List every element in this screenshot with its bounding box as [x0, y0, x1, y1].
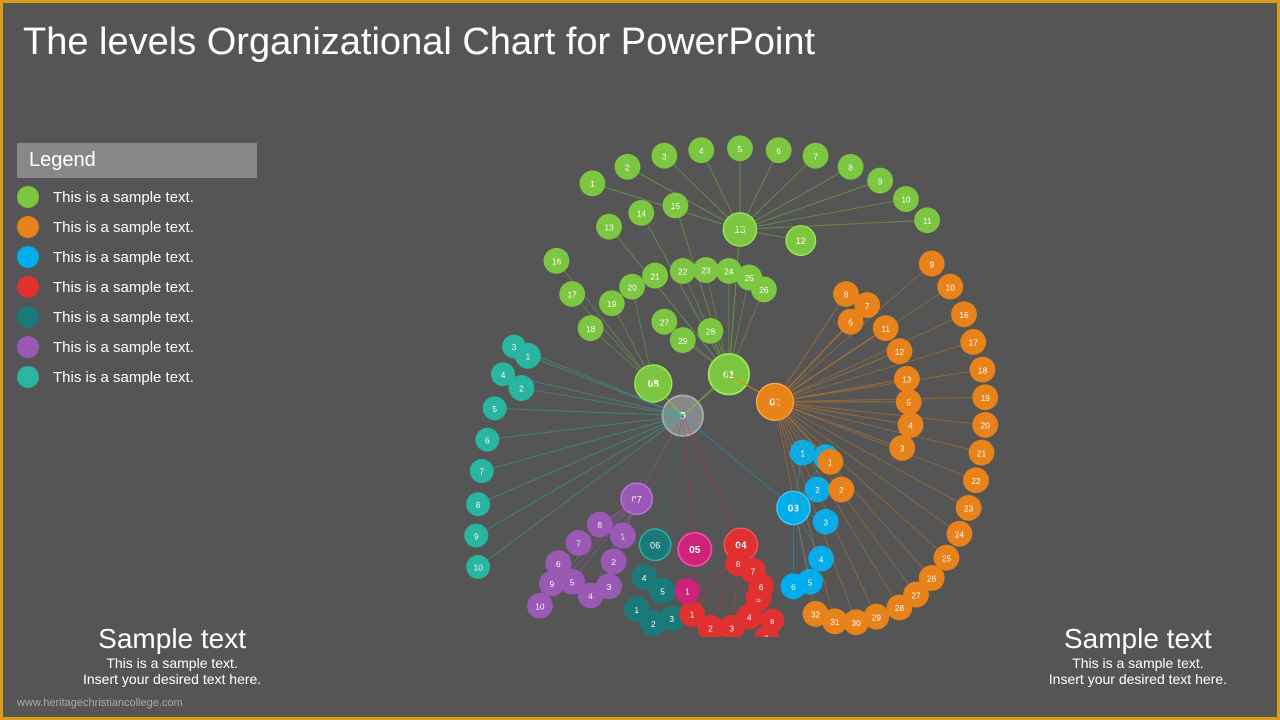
legend-color-green	[17, 186, 39, 208]
svg-text:6: 6	[556, 559, 561, 569]
svg-text:7: 7	[751, 566, 756, 576]
svg-text:5: 5	[660, 587, 665, 597]
svg-text:9: 9	[765, 634, 769, 637]
legend-label-green: This is a sample text.	[53, 189, 194, 206]
chart-area: 9 01 02 08 13 12 1 2 3 4 5 6 7 8 9 10	[273, 93, 1277, 637]
legend-label-cyan: This is a sample text.	[53, 249, 194, 266]
svg-text:9: 9	[929, 259, 934, 269]
svg-text:7: 7	[865, 301, 870, 311]
legend-item-teal: This is a sample text.	[17, 306, 257, 328]
sample-right-line2: Insert your desired text here.	[1049, 671, 1227, 687]
svg-text:23: 23	[964, 504, 974, 514]
svg-text:4: 4	[747, 612, 752, 622]
legend-item-purple: This is a sample text.	[17, 336, 257, 358]
svg-text:20: 20	[981, 421, 991, 431]
svg-text:21: 21	[977, 448, 987, 458]
legend-color-teal	[17, 306, 39, 328]
legend-item-teal2: This is a sample text.	[17, 366, 257, 388]
svg-text:30: 30	[852, 618, 862, 628]
legend-label-red: This is a sample text.	[53, 279, 194, 296]
legend-box: Legend This is a sample text. This is a …	[17, 143, 257, 396]
svg-text:3: 3	[669, 614, 674, 624]
sample-text-right: Sample text This is a sample text. Inser…	[1049, 623, 1227, 687]
svg-text:10: 10	[535, 601, 545, 611]
svg-text:8: 8	[770, 617, 774, 626]
legend-color-cyan	[17, 246, 39, 268]
website-label: www.heritagechristiancollege.com	[17, 697, 183, 709]
svg-text:22: 22	[971, 476, 981, 486]
legend-item-red: This is a sample text.	[17, 276, 257, 298]
legend-color-red	[17, 276, 39, 298]
svg-text:10: 10	[946, 282, 956, 292]
svg-text:26: 26	[927, 574, 937, 584]
sample-right-line1: This is a sample text.	[1049, 655, 1227, 671]
svg-text:3: 3	[607, 582, 612, 592]
svg-text:7: 7	[479, 467, 484, 477]
svg-text:4: 4	[642, 573, 647, 583]
svg-text:5: 5	[492, 404, 497, 414]
svg-text:28: 28	[895, 603, 905, 613]
svg-text:6: 6	[485, 435, 490, 445]
svg-text:12: 12	[796, 236, 806, 246]
legend-label-teal: This is a sample text.	[53, 309, 194, 326]
legend-item-cyan: This is a sample text.	[17, 246, 257, 268]
legend-label-orange: This is a sample text.	[53, 219, 194, 236]
svg-text:7: 7	[813, 151, 818, 161]
svg-text:11: 11	[923, 216, 932, 226]
svg-text:1: 1	[685, 587, 690, 597]
page-title: The levels Organizational Chart for Powe…	[23, 21, 815, 64]
svg-text:19: 19	[981, 393, 991, 403]
svg-text:29: 29	[872, 612, 882, 622]
svg-text:7: 7	[576, 539, 581, 549]
legend-header: Legend	[17, 143, 257, 178]
svg-text:21: 21	[651, 271, 661, 281]
svg-text:31: 31	[830, 617, 840, 627]
svg-text:12: 12	[895, 347, 905, 357]
svg-text:8: 8	[844, 290, 849, 300]
svg-text:6: 6	[759, 582, 764, 592]
svg-text:1: 1	[634, 605, 639, 615]
sample-text-left: Sample text This is a sample text. Inser…	[83, 623, 261, 687]
sample-left-heading: Sample text	[83, 623, 261, 655]
legend-item-green: This is a sample text.	[17, 186, 257, 208]
svg-text:16: 16	[959, 310, 969, 320]
svg-text:4: 4	[908, 421, 913, 431]
legend-label-purple: This is a sample text.	[53, 339, 194, 356]
legend-color-teal2	[17, 366, 39, 388]
sample-right-heading: Sample text	[1049, 623, 1227, 655]
svg-text:3: 3	[823, 517, 828, 527]
svg-text:4: 4	[588, 591, 593, 601]
sample-left-line1: This is a sample text.	[83, 655, 261, 671]
sample-left-line2: Insert your desired text here.	[83, 671, 261, 687]
svg-text:2: 2	[708, 623, 713, 633]
legend-label-teal2: This is a sample text.	[53, 369, 194, 386]
svg-text:8: 8	[476, 500, 481, 510]
svg-text:9: 9	[474, 531, 479, 541]
svg-text:9: 9	[550, 579, 555, 589]
svg-text:27: 27	[911, 590, 921, 600]
legend-color-purple	[17, 336, 39, 358]
legend-color-orange	[17, 216, 39, 238]
svg-text:32: 32	[811, 610, 821, 620]
legend-item-orange: This is a sample text.	[17, 216, 257, 238]
